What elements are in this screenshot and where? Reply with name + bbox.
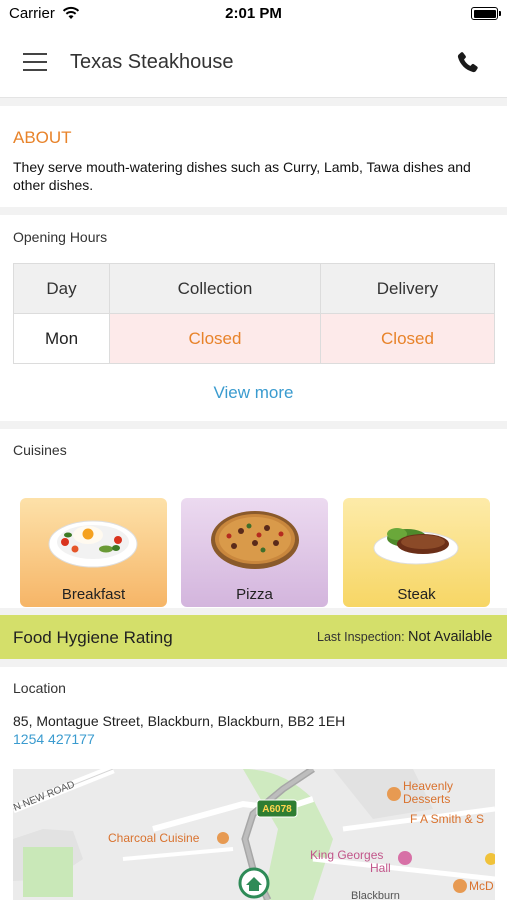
last-inspection-value: Not Available [408, 629, 493, 645]
poi-desserts: Desserts [403, 792, 450, 806]
restaurant-title: Texas Steakhouse [70, 51, 234, 73]
table-header-row: Day Collection Delivery [13, 263, 496, 314]
cuisine-card-pizza[interactable]: Pizza [181, 498, 328, 607]
cuisines-section: Cuisines Breakfast Pizza Steak [0, 429, 507, 608]
food-hygiene-bar: Food Hygiene Rating Last Inspection: Not… [0, 615, 507, 659]
poi-fa-smith: F A Smith & S [410, 812, 484, 826]
cuisine-label-pizza: Pizza [236, 586, 273, 603]
poi-mcd: McD [469, 879, 494, 893]
dessert-poi-icon [387, 787, 401, 801]
menu-icon[interactable] [23, 53, 47, 72]
opening-hours-label: Opening Hours [13, 229, 108, 245]
header-collection: Collection [109, 263, 321, 314]
location-label: Location [13, 680, 66, 696]
restaurant-poi-icon [217, 832, 229, 844]
cuisine-card-breakfast[interactable]: Breakfast [20, 498, 167, 607]
food-poi-icon [453, 879, 467, 893]
phone-link[interactable]: 1254 427177 [13, 731, 95, 747]
map-canvas: N NEW ROAD A6078 Charcoal Cuisine Heaven… [13, 769, 495, 900]
venue-poi-icon [398, 851, 412, 865]
row-collection-status: Closed [109, 313, 321, 364]
poi-hall: Hall [370, 861, 391, 875]
cuisine-card-steak[interactable]: Steak [343, 498, 490, 607]
row-day: Mon [13, 313, 110, 364]
poi-charcoal-cuisine: Charcoal Cuisine [108, 831, 200, 845]
phone-icon[interactable] [454, 50, 480, 76]
header-delivery: Delivery [319, 263, 496, 314]
clock: 2:01 PM [225, 5, 282, 22]
route-label: A6078 [262, 804, 292, 815]
nav-bar: Texas Steakhouse [0, 28, 507, 98]
opening-hours-table: Day Collection Delivery Mon Closed Close… [13, 263, 496, 364]
header-day: Day [13, 263, 110, 314]
food-hygiene-title: Food Hygiene Rating [13, 628, 173, 647]
battery-icon [471, 7, 501, 20]
status-bar: Carrier 2:01 PM [0, 0, 507, 28]
address-text: 85, Montague Street, Blackburn, Blackbur… [13, 713, 346, 729]
row-delivery-status: Closed [319, 313, 496, 364]
view-more-link[interactable]: View more [0, 383, 507, 403]
poi-king-georges: King Georges [310, 848, 383, 862]
last-inspection-label: Last Inspection: [317, 630, 405, 644]
location-map[interactable]: N NEW ROAD A6078 Charcoal Cuisine Heaven… [13, 769, 495, 900]
about-heading: ABOUT [13, 128, 72, 147]
about-section: ABOUT They serve mouth-watering dishes s… [0, 106, 507, 207]
about-text: They serve mouth-watering dishes such as… [13, 159, 471, 193]
opening-hours-section: Opening Hours Day Collection Delivery Mo… [0, 215, 507, 421]
park-area [23, 847, 73, 897]
cuisine-label-breakfast: Breakfast [61, 586, 126, 603]
cuisines-label: Cuisines [13, 442, 67, 458]
table-row: Mon Closed Closed [13, 313, 496, 364]
poi-heavenly: Heavenly [403, 779, 453, 793]
poi-blackburn: Blackburn [351, 890, 400, 900]
cuisine-label-steak: Steak [397, 586, 436, 603]
